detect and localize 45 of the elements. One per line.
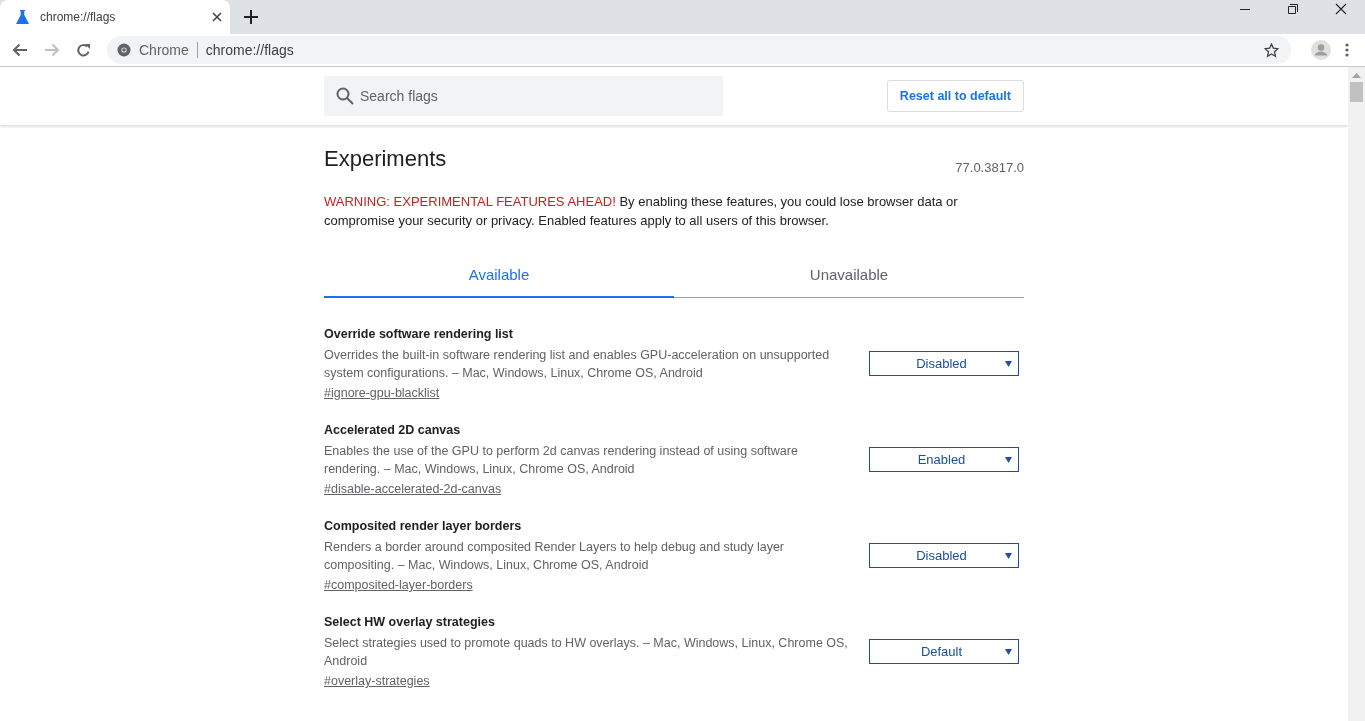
new-tab-icon[interactable]: [244, 10, 258, 24]
flags-tab[interactable]: Available: [324, 252, 674, 298]
caret-icon: [1005, 648, 1012, 655]
search-field[interactable]: Search flags: [324, 76, 723, 116]
caret-icon: [1005, 552, 1012, 559]
search-icon: [336, 87, 354, 105]
flag-description: Renders a border around composited Render Layers to help debug and study layer compositing. – Mac, Windows, Linux, Chrome OS, Android: [324, 539, 785, 574]
reload-icon[interactable]: [76, 42, 91, 58]
tab-title: chrome://flags: [40, 10, 117, 24]
flag-title: Override software rendering list: [324, 326, 514, 343]
flag-link[interactable]: #composited-layer-borders: [324, 576, 473, 594]
flag-title: Select HW overlay strategies: [324, 614, 496, 631]
state-dropdown[interactable]: Enabled: [869, 447, 1019, 472]
flag-description: Overrides the built-in software rendering list and enables GPU-acceleration on unsupported system configurations. – Mac, Windows, Linux, Chrome OS, Android: [324, 347, 831, 382]
version-text: 77.0.3817.0: [955, 160, 1024, 175]
page-title: Experiments: [324, 146, 447, 172]
menu-icon[interactable]: [1345, 43, 1349, 57]
flag-title: Accelerated 2D canvas: [324, 422, 462, 439]
flask-icon: [16, 10, 29, 24]
avatar-icon[interactable]: [1311, 40, 1331, 60]
warning-paragraph: WARNING: EXPERIMENTAL FEATURES AHEAD! By enabling these features, you could lose browser data or compromise your security or privacy. Enabled features apply to all users of this browser.: [324, 193, 959, 230]
flag-link[interactable]: #ignore-gpu-blacklist: [324, 384, 440, 402]
address-bar[interactable]: Chrome chrome://flags: [107, 36, 1291, 64]
site-label: Chrome: [139, 42, 189, 58]
flag-link[interactable]: #overlay-strategies: [324, 672, 430, 690]
close-icon[interactable]: [212, 12, 222, 22]
flag-link[interactable]: #disable-accelerated-2d-canvas: [324, 480, 502, 498]
caret-icon: [1005, 456, 1012, 463]
state-dropdown[interactable]: Default: [869, 639, 1019, 664]
flags-tab[interactable]: Unavailable: [674, 252, 1024, 298]
reset-all-button[interactable]: Reset all to default: [886, 80, 1024, 112]
scrollbar-thumb[interactable]: [1350, 82, 1363, 102]
back-icon[interactable]: [12, 43, 28, 57]
flag-title: Composited render layer borders: [324, 518, 523, 535]
chrome-logo-icon: [117, 43, 131, 57]
star-icon[interactable]: [1264, 42, 1279, 58]
restore-icon[interactable]: [1287, 3, 1299, 15]
close-window-icon[interactable]: [1335, 3, 1347, 15]
flag-description: Select strategies used to promote quads to HW overlays. – Mac, Windows, Linux, Chrome OS, Android: [324, 635, 849, 670]
caret-icon: [1005, 360, 1012, 367]
url-text: chrome://flags: [205, 42, 294, 58]
state-dropdown[interactable]: Disabled: [869, 543, 1019, 568]
state-dropdown[interactable]: Disabled: [869, 351, 1019, 376]
browser-tab[interactable]: chrome://flags: [0, 0, 230, 34]
flag-description: Enables the use of the GPU to perform 2d canvas rendering instead of using software rendering. – Mac, Windows, Linux, Chrome OS, Android: [324, 443, 799, 478]
